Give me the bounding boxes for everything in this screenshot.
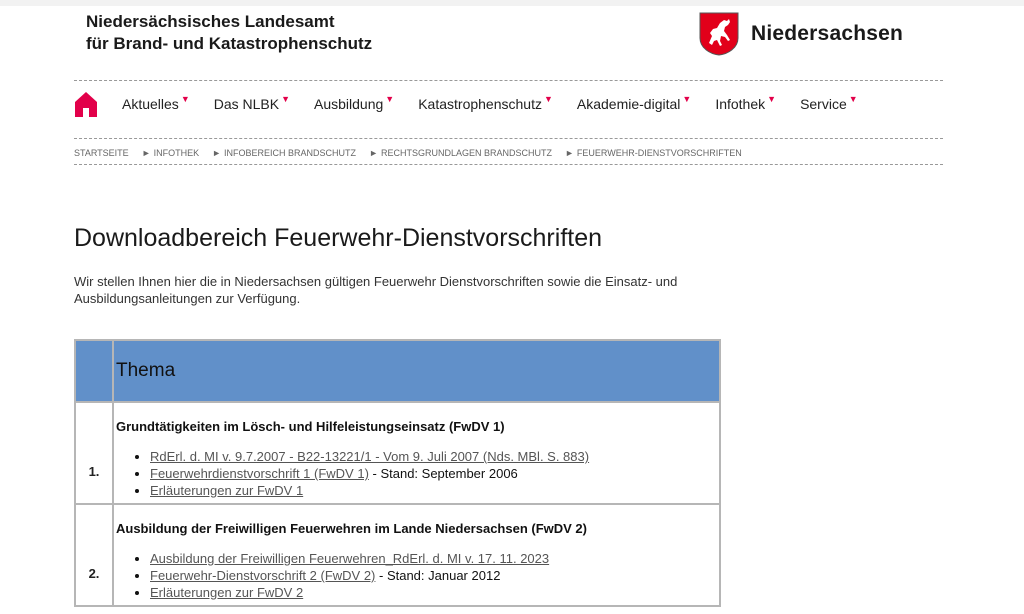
list-item: Feuerwehr-Dienstvorschrift 2 (FwDV 2) - … <box>150 567 717 584</box>
nav-item-label: Ausbildung <box>314 96 384 112</box>
breadcrumb-label: Feuerwehr-Dienstvorschriften <box>576 148 742 158</box>
breadcrumb-label: Infobereich Brandschutz <box>224 148 357 158</box>
main-nav: Aktuelles ▼ Das NLBK ▼ Ausbildung ▼ Kata… <box>74 88 882 120</box>
breadcrumb: Startseite ► Infothek ► Infobereich Brands… <box>74 148 755 158</box>
breadcrumb-arrow-icon: ► <box>369 148 378 158</box>
agency-name-line1: Niedersächsisches Landesamt <box>86 12 335 31</box>
download-list: RdErl. d. MI v. 9.7.2007 - B22-13221/1 -… <box>116 448 717 499</box>
download-link[interactable]: Feuerwehrdienstvorschrift 1 (FwDV 1) <box>150 466 369 481</box>
breadcrumb-divider <box>74 164 943 165</box>
row-number: 1. <box>74 401 114 505</box>
dropdown-triangle-icon: ▼ <box>180 94 190 104</box>
nav-item-service[interactable]: Service ▼ <box>800 94 858 112</box>
nav-item-akademie-digital[interactable]: Akademie-digital ▼ <box>576 94 692 112</box>
download-link[interactable]: Feuerwehr-Dienstvorschrift 2 (FwDV 2) <box>150 568 375 583</box>
dropdown-triangle-icon: ▼ <box>848 94 858 104</box>
breadcrumb-label: Infothek <box>153 148 200 158</box>
breadcrumb-item-infobereich[interactable]: ► Infobereich Brandschutz <box>212 148 356 158</box>
dropdown-triangle-icon: ▼ <box>543 94 553 104</box>
nav-item-katastrophenschutz[interactable]: Katastrophenschutz ▼ <box>418 94 553 112</box>
download-link[interactable]: Erläuterungen zur FwDV 2 <box>150 585 303 600</box>
nav-item-label: Infothek <box>715 96 766 112</box>
dropdown-triangle-icon: ▼ <box>682 94 692 104</box>
table-row: 2. Ausbildung der Freiwilligen Feuerwehr… <box>74 503 721 607</box>
breadcrumb-item-startseite[interactable]: Startseite <box>74 148 129 158</box>
table-header-number <box>74 339 114 403</box>
nav-item-das-nlbk[interactable]: Das NLBK ▼ <box>213 94 291 112</box>
agency-name-line2: für Brand- und Katastrophenschutz <box>86 34 373 53</box>
breadcrumb-item-rechtsgrundlagen[interactable]: ► Rechtsgrundlagen Brandschutz <box>369 148 552 158</box>
header-divider <box>74 80 943 81</box>
dropdown-triangle-icon: ▼ <box>767 94 777 104</box>
nav-item-label: Das NLBK <box>213 96 280 112</box>
download-table: Thema 1. Grundtätigkeiten im Lösch- und … <box>74 339 721 607</box>
table-row: 1. Grundtätigkeiten im Lösch- und Hilfel… <box>74 401 721 505</box>
list-item: RdErl. d. MI v. 9.7.2007 - B22-13221/1 -… <box>150 448 717 465</box>
table-header-row: Thema <box>74 339 721 403</box>
nav-divider <box>74 138 943 139</box>
state-logo[interactable]: Niedersachsen <box>699 12 903 56</box>
nav-item-label: Service <box>800 96 847 112</box>
breadcrumb-label: Rechtsgrundlagen Brandschutz <box>380 148 552 158</box>
row-content: Ausbildung der Freiwilligen Feuerwehren … <box>112 503 721 607</box>
row-content: Grundtätigkeiten im Lösch- und Hilfeleis… <box>112 401 721 505</box>
page-title: Downloadbereich Feuerwehr-Dienstvorschri… <box>74 224 603 252</box>
nav-item-ausbildung[interactable]: Ausbildung ▼ <box>314 94 395 112</box>
table-header-theme: Thema <box>112 339 721 403</box>
breadcrumb-arrow-icon: ► <box>141 148 151 158</box>
nav-item-label: Aktuelles <box>122 96 179 112</box>
breadcrumb-arrow-icon: ► <box>565 148 574 158</box>
nav-item-infothek[interactable]: Infothek ▼ <box>715 94 777 112</box>
dropdown-triangle-icon: ▼ <box>281 94 291 104</box>
list-item: Ausbildung der Freiwilligen Feuerwehren_… <box>150 550 717 567</box>
link-status: - Stand: Januar 2012 <box>375 568 501 583</box>
nav-item-label: Katastrophenschutz <box>418 96 542 112</box>
agency-name[interactable]: Niedersächsisches Landesamt für Brand- u… <box>86 11 372 55</box>
breadcrumb-item-infothek[interactable]: ► Infothek <box>142 148 199 158</box>
row-number: 2. <box>74 503 114 607</box>
state-name: Niedersachsen <box>751 22 904 45</box>
download-link[interactable]: RdErl. d. MI v. 9.7.2007 - B22-13221/1 -… <box>150 449 589 464</box>
download-link[interactable]: Erläuterungen zur FwDV 1 <box>150 483 303 498</box>
home-icon[interactable] <box>74 90 98 118</box>
page-intro: Wir stellen Ihnen hier die in Niedersach… <box>74 274 678 306</box>
nav-item-label: Akademie-digital <box>576 96 681 112</box>
download-link[interactable]: Ausbildung der Freiwilligen Feuerwehren_… <box>150 551 549 566</box>
download-list: Ausbildung der Freiwilligen Feuerwehren_… <box>116 550 717 601</box>
list-item: Erläuterungen zur FwDV 2 <box>150 584 717 601</box>
link-status: - Stand: September 2006 <box>368 466 518 481</box>
breadcrumb-arrow-icon: ► <box>212 148 222 158</box>
list-item: Erläuterungen zur FwDV 1 <box>150 482 717 499</box>
list-item: Feuerwehrdienstvorschrift 1 (FwDV 1) - S… <box>150 465 717 482</box>
row-title: Ausbildung der Freiwilligen Feuerwehren … <box>116 521 587 536</box>
breadcrumb-item-current[interactable]: ► Feuerwehr-Dienstvorschriften <box>565 148 742 158</box>
top-strip <box>0 0 1024 6</box>
dropdown-triangle-icon: ▼ <box>385 94 395 104</box>
horse-crest-icon <box>699 12 739 56</box>
nav-item-aktuelles[interactable]: Aktuelles ▼ <box>122 94 190 112</box>
row-title: Grundtätigkeiten im Lösch- und Hilfeleis… <box>116 419 505 434</box>
